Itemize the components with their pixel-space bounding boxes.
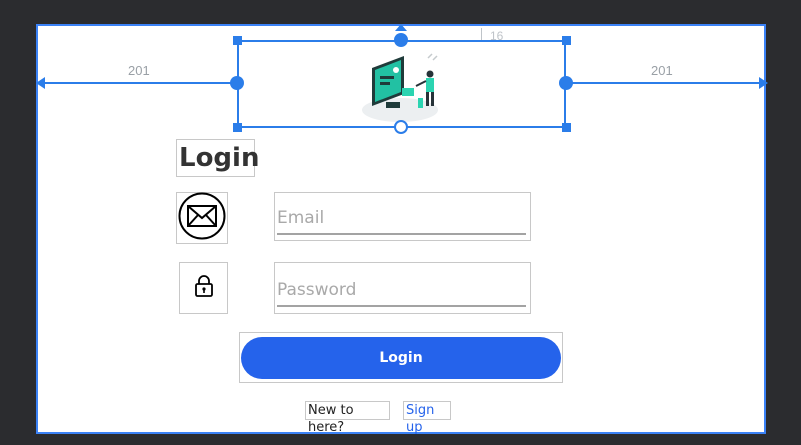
resize-handle-bottom-left[interactable]: [233, 123, 242, 132]
email-icon-box: [176, 192, 228, 244]
resize-handle-bottom-right[interactable]: [562, 123, 571, 132]
left-spacing-guide: [40, 82, 238, 84]
password-icon-box: [179, 262, 228, 314]
constraint-handle-top[interactable]: [394, 33, 408, 47]
top-arrow-icon: [395, 24, 407, 31]
envelope-icon: [178, 192, 226, 244]
computer-user-illustration-icon[interactable]: [358, 48, 444, 124]
email-field-box: [274, 192, 531, 241]
left-arrow-icon: [36, 77, 45, 89]
right-spacing-guide: [566, 82, 762, 84]
password-field-box: [274, 262, 531, 314]
constraint-handle-left[interactable]: [230, 76, 244, 90]
right-arrow-icon: [759, 77, 768, 89]
login-button-container: Login: [239, 332, 563, 383]
lock-icon: [193, 274, 215, 302]
signup-link[interactable]: Sign up: [403, 401, 451, 435]
left-spacing-label: 201: [128, 63, 150, 78]
constraint-handle-right[interactable]: [559, 76, 573, 90]
constraint-handle-bottom[interactable]: [394, 120, 408, 134]
email-field[interactable]: [277, 203, 526, 235]
login-title: Login: [176, 139, 259, 177]
resize-handle-top-right[interactable]: [562, 36, 571, 45]
right-spacing-label: 201: [651, 63, 673, 78]
new-here-text: New to here?: [305, 401, 390, 435]
password-field[interactable]: [277, 275, 526, 307]
login-button[interactable]: Login: [241, 337, 561, 379]
resize-handle-top-left[interactable]: [233, 36, 242, 45]
